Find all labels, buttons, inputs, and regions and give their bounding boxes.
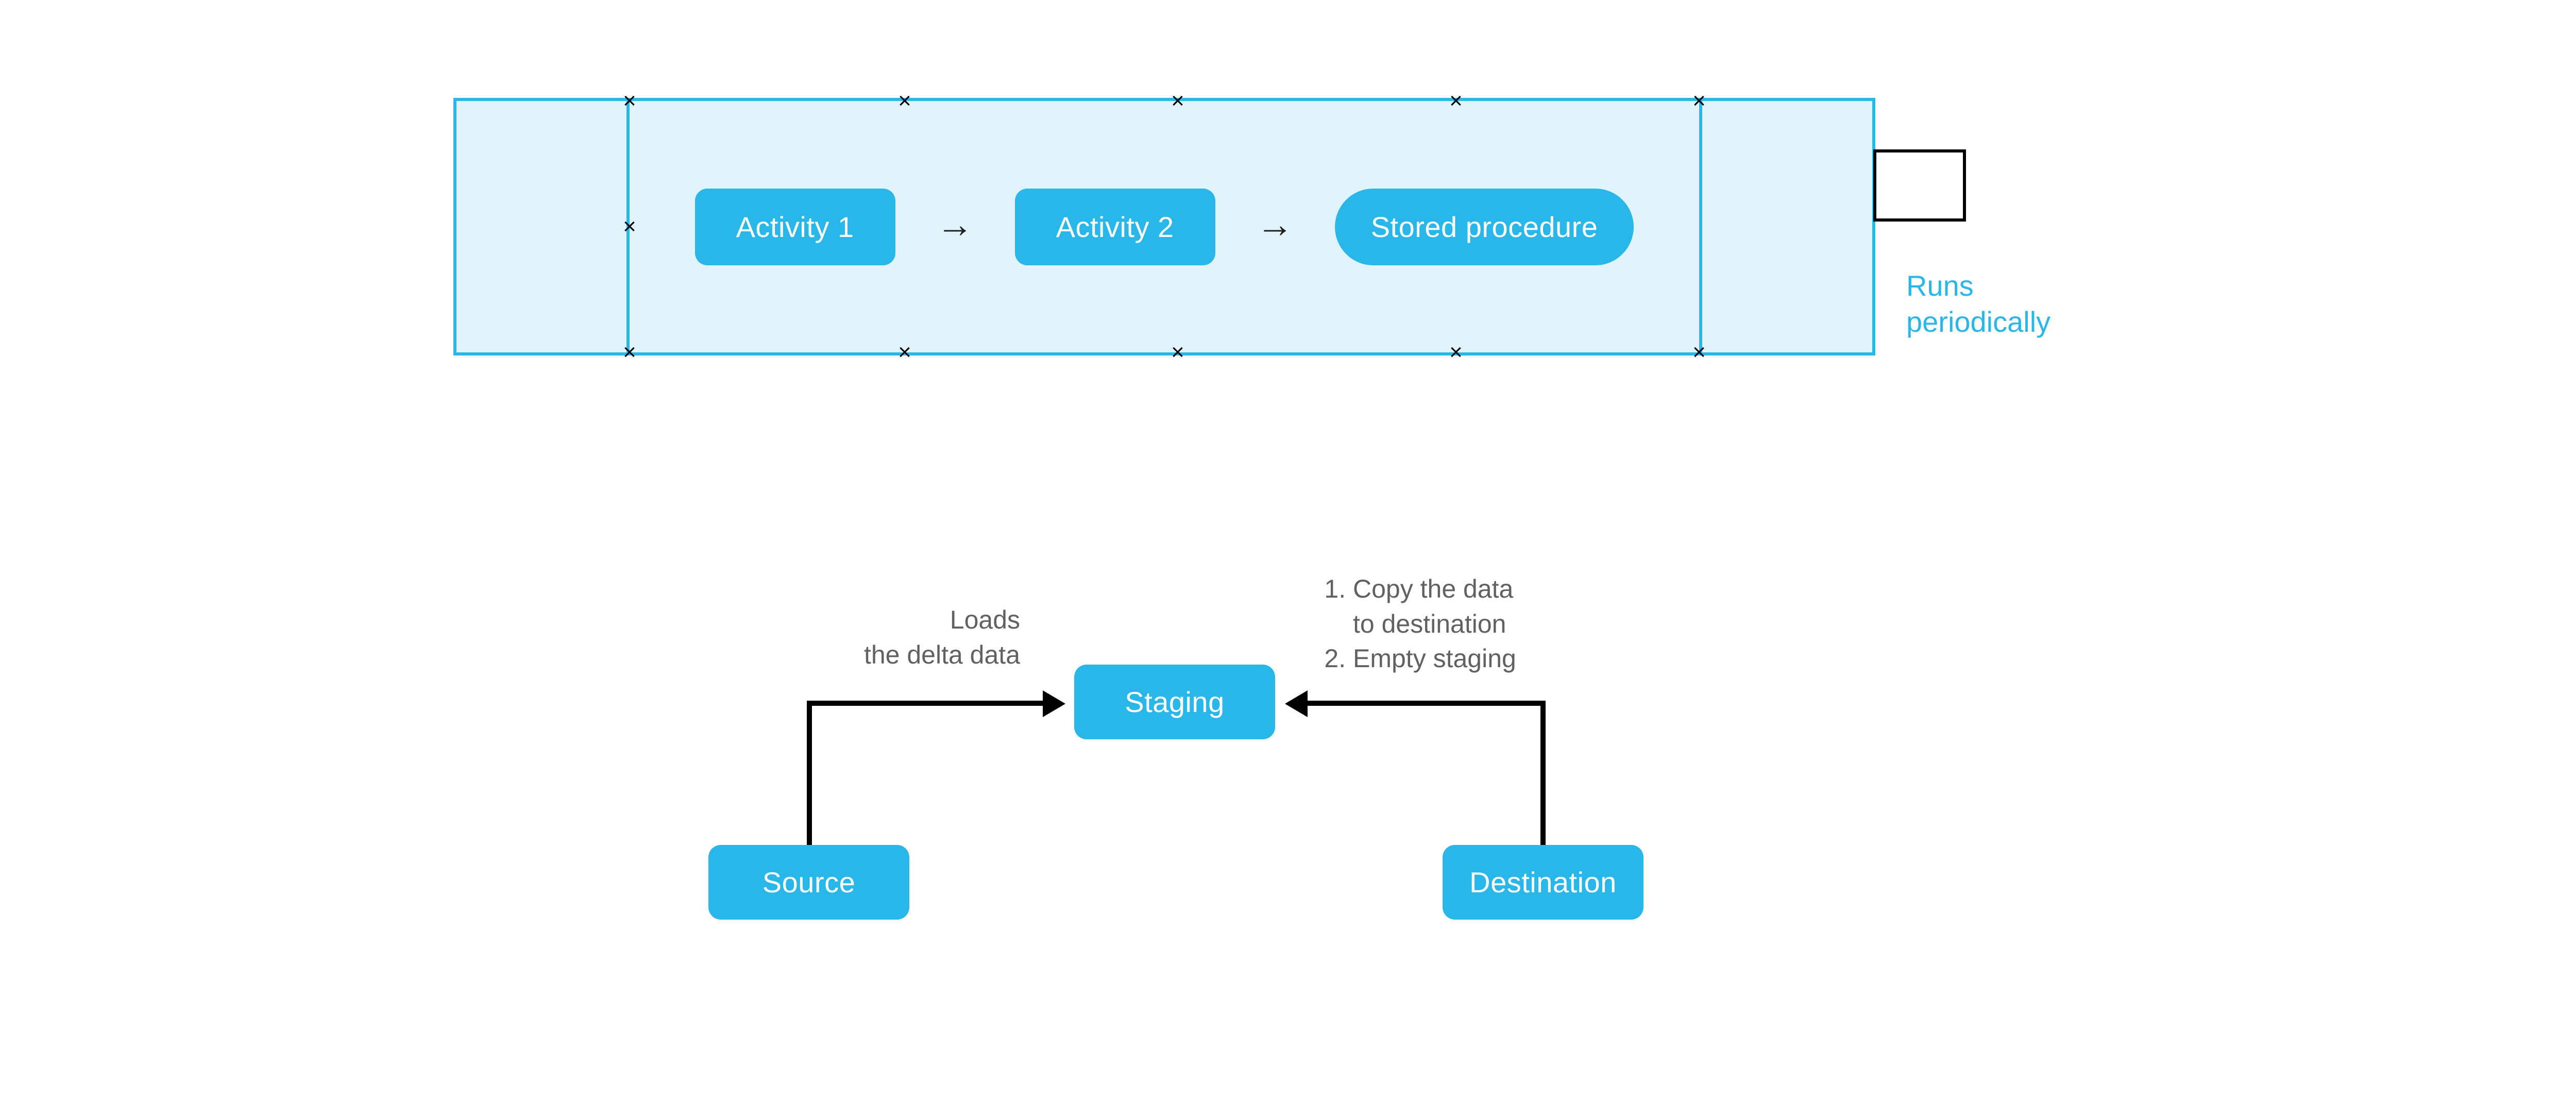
activity-1-label: Activity 1	[736, 211, 854, 243]
staging-box: Staging	[1074, 665, 1275, 739]
source-label: Source	[762, 866, 855, 899]
pipeline-activities-row: Activity 1 → Activity 2 → Stored procedu…	[626, 101, 1702, 352]
destination-box: Destination	[1443, 845, 1643, 920]
arrow-right-icon: →	[1257, 206, 1294, 243]
diagram-canvas: × × × × × × × × × × × Activity 1 → Activ…	[0, 0, 2576, 1119]
pipeline-container: × × × × × × × × × × × Activity 1 → Activ…	[453, 98, 1875, 355]
activity-2-label: Activity 2	[1056, 211, 1174, 243]
pipeline-runs-label: Runs periodically	[1906, 268, 2050, 340]
arrow-right-icon: →	[937, 206, 974, 243]
arrow-source-to-staging-vertical	[807, 701, 812, 845]
loads-delta-label: Loads the delta data	[845, 603, 1020, 672]
copy-empty-ordered-list: Copy the data to destination Empty stagi…	[1324, 572, 1516, 676]
pipeline-runs-label-line2: periodically	[1906, 306, 2050, 338]
arrow-destination-to-staging-vertical	[1540, 701, 1546, 845]
copy-list-item-1-line1: Copy the data	[1353, 574, 1513, 603]
copy-list-item-2: Empty staging	[1353, 641, 1516, 676]
copy-list-item-2-text: Empty staging	[1353, 644, 1516, 673]
stored-procedure-label: Stored procedure	[1371, 211, 1598, 243]
copy-list-item-1-line2: to destination	[1353, 609, 1506, 638]
copy-list-item-1: Copy the data to destination	[1353, 572, 1516, 641]
copy-empty-list: Copy the data to destination Empty stagi…	[1324, 572, 1516, 676]
activity-2: Activity 2	[1015, 189, 1215, 265]
arrow-left-icon	[1285, 690, 1308, 717]
arrow-right-icon	[1043, 690, 1065, 717]
loads-delta-label-line2: the delta data	[864, 640, 1020, 669]
stored-procedure: Stored procedure	[1335, 189, 1634, 265]
pipeline-output-tab	[1873, 149, 1966, 222]
arrow-destination-to-staging-horizontal	[1307, 701, 1544, 706]
activity-1: Activity 1	[695, 189, 895, 265]
loads-delta-label-line1: Loads	[950, 605, 1020, 634]
staging-label: Staging	[1125, 685, 1224, 719]
source-box: Source	[708, 845, 909, 920]
destination-label: Destination	[1469, 866, 1617, 899]
arrow-source-to-staging-horizontal	[807, 701, 1044, 706]
pipeline-runs-label-line1: Runs	[1906, 269, 1974, 302]
